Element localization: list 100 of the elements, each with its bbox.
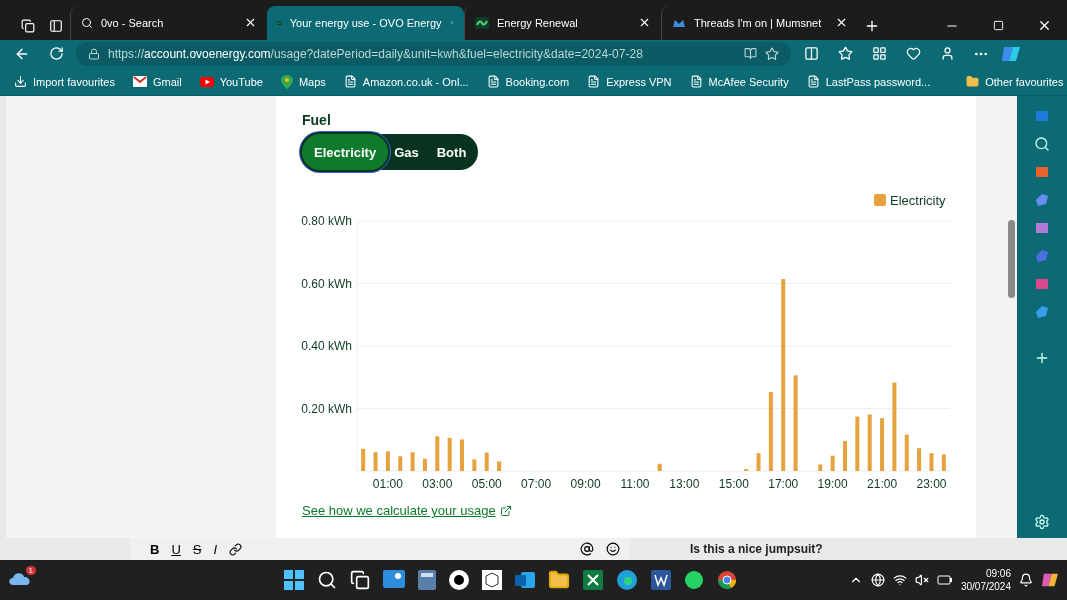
format-button[interactable]: U <box>171 541 181 557</box>
chart-bar <box>855 417 860 472</box>
bookmark[interactable]: McAfee Security <box>689 75 789 88</box>
photo-app-icon[interactable] <box>383 570 405 591</box>
clock-time: 09:06 <box>985 567 1011 581</box>
bookmark[interactable]: Import favourites <box>14 75 115 88</box>
x-axis-label: 03:00 <box>422 477 453 492</box>
legend-label: Electricity <box>890 193 947 209</box>
page-icon <box>486 75 500 88</box>
chart-bar <box>484 452 489 472</box>
notification-badge: 1 <box>25 566 36 576</box>
chart-bar <box>410 452 415 472</box>
link-icon[interactable] <box>229 542 243 556</box>
bookmark-folder[interactable]: Other favourites <box>966 75 1064 88</box>
chart-bar <box>472 459 477 472</box>
url-text: https://account.ovoenergy.com/usage?datePeriod=daily&unit=kwh&fuel=electricity&date=2024-07-28 <box>108 46 644 61</box>
bookmark[interactable]: YouTube <box>199 75 263 88</box>
mention-icon[interactable] <box>580 542 594 557</box>
chart-bar <box>398 456 403 472</box>
chart-bar <box>917 448 922 472</box>
map-pin-icon <box>280 74 293 89</box>
folder-icon <box>966 75 980 88</box>
x-axis-label: 13:00 <box>669 477 700 492</box>
network-icon[interactable] <box>870 573 885 588</box>
copilot-icon[interactable] <box>1041 572 1059 589</box>
chart-bar <box>904 435 909 472</box>
chart-bar <box>830 456 835 472</box>
browser-tab[interactable]: Threads I'm on | Mumsnet <box>661 5 858 40</box>
page-icon <box>587 75 601 88</box>
chart-legend: Electricity <box>874 193 946 209</box>
fuel-toggle[interactable]: Electricity <box>302 134 389 171</box>
chart-bar <box>756 453 761 472</box>
chart-bar <box>929 453 934 472</box>
chart-bar <box>361 449 366 472</box>
address-bar[interactable]: https://account.ovoenergy.com/usage?datePeriod=daily&unit=kwh&fuel=electricity&date=2024-07-28 <box>76 41 791 66</box>
document-app-icon[interactable] <box>651 570 671 591</box>
x-axis-label: 11:00 <box>620 477 650 492</box>
bookmark[interactable]: Gmail <box>132 75 182 88</box>
import-icon <box>14 75 27 88</box>
wifi-icon[interactable] <box>892 573 907 588</box>
chrome-browser-icon[interactable] <box>717 570 737 591</box>
page-icon <box>343 75 357 88</box>
search-icon[interactable] <box>317 570 337 591</box>
x-axis-label: 05:00 <box>471 477 502 492</box>
y-axis-label: 0.40 kWh <box>301 339 352 354</box>
bookmark[interactable]: Booking.com <box>486 75 570 88</box>
page-icon <box>689 75 703 88</box>
chart-bar <box>941 454 946 472</box>
x-axis-label: 15:00 <box>718 477 749 492</box>
browser-tab[interactable]: Energy Renewal <box>464 5 661 40</box>
x-axis-label: 01:00 <box>372 477 403 492</box>
thread-title: Is this a nice jumpsuit? <box>690 542 823 557</box>
chart-bar <box>880 418 885 472</box>
usage-link[interactable]: See how we calculate your usage <box>302 503 496 519</box>
external-link-icon <box>499 504 512 517</box>
chart-bar <box>657 464 662 472</box>
x-axis-label: 23:00 <box>916 477 947 492</box>
cube-app-icon[interactable] <box>482 570 502 591</box>
y-axis-label: 0.20 kWh <box>301 401 352 416</box>
clock-date: 30/07/2024 <box>960 580 1011 594</box>
chart-bar <box>422 459 427 472</box>
spreadsheet-app-icon[interactable] <box>583 570 603 591</box>
y-axis-label: 0.60 kWh <box>301 276 352 291</box>
chart-bar <box>867 414 872 472</box>
chart-bar <box>385 451 390 472</box>
reader-mode-icon[interactable] <box>744 47 757 61</box>
bookmark[interactable]: Express VPN <box>587 75 672 88</box>
task-view-icon[interactable] <box>350 570 370 591</box>
y-axis-label: 0.80 kWh <box>301 214 352 229</box>
mute-icon[interactable] <box>914 573 929 588</box>
bookmark[interactable]: Maps <box>280 74 326 89</box>
chart-bar <box>373 452 378 472</box>
emoji-icon[interactable] <box>606 542 620 557</box>
windows-logo-icon[interactable] <box>284 570 304 591</box>
fuel-toggle[interactable]: Gas <box>388 134 425 171</box>
format-button[interactable]: I <box>213 541 218 557</box>
format-button[interactable]: B <box>150 541 160 557</box>
battery-icon <box>936 575 953 586</box>
browser-tab[interactable]: Your energy use - OVO Energy <box>267 5 464 40</box>
play-icon <box>199 76 214 87</box>
lock-icon[interactable] <box>88 47 100 60</box>
chart-bar <box>744 469 749 472</box>
x-axis-label: 09:00 <box>570 477 601 492</box>
x-axis-label: 21:00 <box>867 477 898 492</box>
notifications-icon[interactable] <box>1019 573 1033 588</box>
weather-cloud-icon[interactable] <box>8 570 32 587</box>
star-icon[interactable] <box>765 46 779 61</box>
calculator-icon[interactable] <box>418 570 436 591</box>
chart-bar <box>447 438 452 472</box>
bookmark[interactable]: Amazon.co.uk - Onl... <box>343 75 469 88</box>
format-button[interactable]: S <box>192 541 202 557</box>
bookmark[interactable]: LastPass password... <box>806 75 931 88</box>
chart-bar <box>460 439 464 472</box>
page-icon <box>806 75 820 88</box>
x-axis-label: 19:00 <box>817 477 848 492</box>
settings-icon[interactable] <box>1034 514 1050 531</box>
x-axis-label: 07:00 <box>521 477 552 492</box>
fuel-toggle[interactable]: Both <box>430 134 473 171</box>
x-axis-label: 17:00 <box>768 477 799 492</box>
chart-bar <box>497 461 502 472</box>
